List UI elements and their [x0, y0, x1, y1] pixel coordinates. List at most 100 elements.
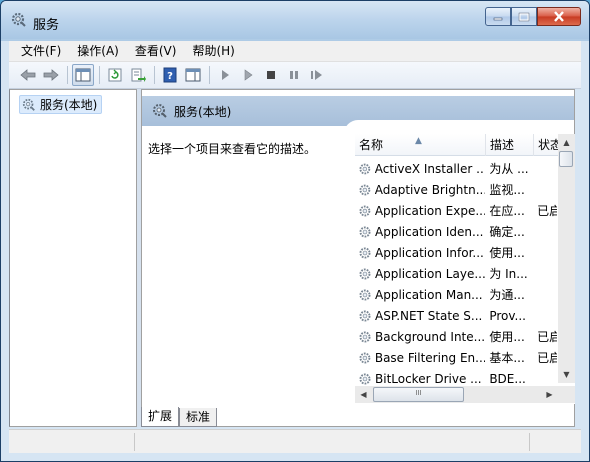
forward-button[interactable] — [40, 64, 62, 86]
service-description: 在应... — [489, 204, 525, 218]
service-row[interactable]: Adaptive Brightn... 监视... — [355, 179, 557, 200]
service-name: ASP.NET State S... — [375, 308, 483, 323]
minimize-button[interactable] — [485, 7, 511, 26]
scroll-left-arrow-icon[interactable]: ◀ — [355, 386, 372, 403]
export-list-icon — [131, 68, 146, 82]
vertical-scrollbar[interactable]: ▲ ▼ — [558, 134, 575, 383]
service-row[interactable]: Background Inte...使用... 已启 — [355, 326, 557, 347]
vertical-scroll-thumb[interactable] — [559, 151, 573, 167]
forward-arrow-icon — [43, 69, 59, 81]
service-gear-icon — [359, 288, 371, 301]
details-header: 服务(本地) — [142, 96, 574, 136]
help-book-icon: ? — [163, 67, 177, 83]
services-gear-icon — [22, 98, 35, 111]
title-bar[interactable]: 服务 — [1, 1, 589, 39]
service-description: 确定... — [489, 225, 525, 239]
service-name: Adaptive Brightn... — [374, 182, 486, 197]
service-status: 已启 — [537, 351, 557, 365]
service-description: 使用... — [489, 330, 525, 344]
show-action-pane-button[interactable] — [182, 64, 204, 86]
services-window: 服务 文件(F) 操作(A) 查看(V) 帮助(H) ? 服务(本地) 服务(本… — [0, 0, 590, 462]
start-service-button[interactable] — [214, 64, 236, 86]
back-button[interactable] — [17, 64, 39, 86]
menu-view[interactable]: 查看(V) — [127, 41, 185, 62]
service-row[interactable]: Application Man... 为通... — [355, 284, 557, 305]
close-button[interactable] — [537, 7, 581, 26]
pause-icon — [290, 71, 298, 79]
window-title: 服务 — [33, 18, 60, 33]
service-gear-icon — [359, 352, 371, 363]
scroll-up-arrow-icon[interactable]: ▲ — [558, 134, 575, 151]
horizontal-scrollbar[interactable]: ◀ III ▶ — [355, 386, 558, 403]
service-gear-icon — [359, 330, 371, 343]
status-divider — [529, 433, 530, 451]
service-name-cell: Application Infor... — [355, 246, 485, 260]
toolbar-separator — [99, 66, 100, 84]
service-description: 为从 ... — [489, 162, 529, 176]
service-name-cell: Background Inte... — [355, 330, 485, 344]
service-name: Base Filtering En... — [374, 350, 486, 365]
tab-standard[interactable]: 标准 — [179, 408, 218, 427]
start-paused-service-button[interactable] — [237, 64, 259, 86]
service-gear-icon — [359, 225, 371, 238]
stop-service-button[interactable] — [260, 64, 282, 86]
scroll-right-arrow-icon[interactable]: ▶ — [541, 386, 558, 403]
list-header: ▲ 名称 描述 状态 — [355, 134, 575, 156]
export-list-button[interactable] — [127, 64, 149, 86]
tab-extended[interactable]: 扩展 — [141, 407, 180, 427]
service-status: 已启 — [537, 204, 557, 218]
service-gear-icon — [359, 246, 371, 259]
services-gear-icon — [153, 104, 167, 118]
service-description: 监视... — [489, 183, 525, 197]
service-name-cell: Application Man... — [355, 288, 485, 302]
maximize-button[interactable] — [511, 7, 537, 26]
service-row[interactable]: ActiveX Installer ... 为从 ... — [355, 158, 557, 179]
horizontal-scroll-thumb[interactable]: III — [373, 387, 464, 402]
service-description: 为通... — [489, 288, 525, 302]
service-row[interactable]: Application Laye... 为 In... — [355, 263, 557, 284]
service-name-cell: Application Laye... — [355, 267, 485, 281]
service-gear-icon — [359, 268, 371, 279]
service-row[interactable]: Application Expe...在应... 已启 — [355, 200, 557, 221]
play-outline-icon — [244, 69, 253, 81]
minimize-icon — [493, 17, 503, 20]
service-row[interactable]: Application Infor... 使用... — [355, 242, 557, 263]
scroll-down-arrow-icon[interactable]: ▼ — [558, 366, 575, 383]
help-button[interactable]: ? — [159, 64, 181, 86]
service-description: BDE... — [489, 371, 526, 386]
view-tabs: 扩展 标准 — [141, 407, 218, 427]
service-row[interactable]: ASP.NET State S... Prov... — [355, 305, 557, 326]
service-name-cell: Application Expe... — [355, 204, 485, 218]
toolbar-separator — [209, 66, 210, 84]
show-hide-console-tree-button[interactable] — [72, 64, 94, 86]
toolbar-separator — [67, 66, 68, 84]
tree-item-services-local[interactable]: 服务(本地) — [19, 95, 103, 114]
action-pane-icon — [185, 68, 201, 82]
service-name-cell: Adaptive Brightn... — [355, 183, 485, 197]
service-description: 为 In... — [489, 267, 528, 281]
service-name: Application Laye... — [374, 266, 486, 281]
menu-help[interactable]: 帮助(H) — [184, 41, 242, 62]
column-header-name[interactable]: ▲ 名称 — [355, 134, 486, 156]
service-row[interactable]: Application Iden... 确定... — [355, 221, 557, 242]
service-name: BitLocker Drive ... — [375, 371, 482, 386]
tree-item-label: 服务(本地) — [40, 98, 98, 112]
menu-file[interactable]: 文件(F) — [13, 41, 69, 62]
service-name: ActiveX Installer ... — [374, 161, 486, 176]
column-header-description[interactable]: 描述 — [486, 134, 534, 156]
menu-action[interactable]: 操作(A) — [69, 41, 127, 62]
play-icon — [222, 70, 229, 80]
service-gear-icon — [359, 372, 371, 385]
service-name-cell: Base Filtering En... — [355, 351, 485, 365]
service-description: Prov... — [489, 308, 526, 323]
refresh-button[interactable] — [104, 64, 126, 86]
service-row[interactable]: Base Filtering En...基本... 已启 — [355, 347, 557, 368]
stop-icon — [267, 71, 275, 79]
pause-service-button[interactable] — [283, 64, 305, 86]
service-description: 基本... — [489, 351, 525, 365]
service-name: Application Expe... — [374, 203, 486, 218]
scrollbar-corner — [558, 386, 575, 403]
restart-service-button[interactable] — [306, 64, 328, 86]
toolbar-separator — [154, 66, 155, 84]
description-prompt: 选择一个项目来查看它的描述。 — [148, 142, 317, 156]
